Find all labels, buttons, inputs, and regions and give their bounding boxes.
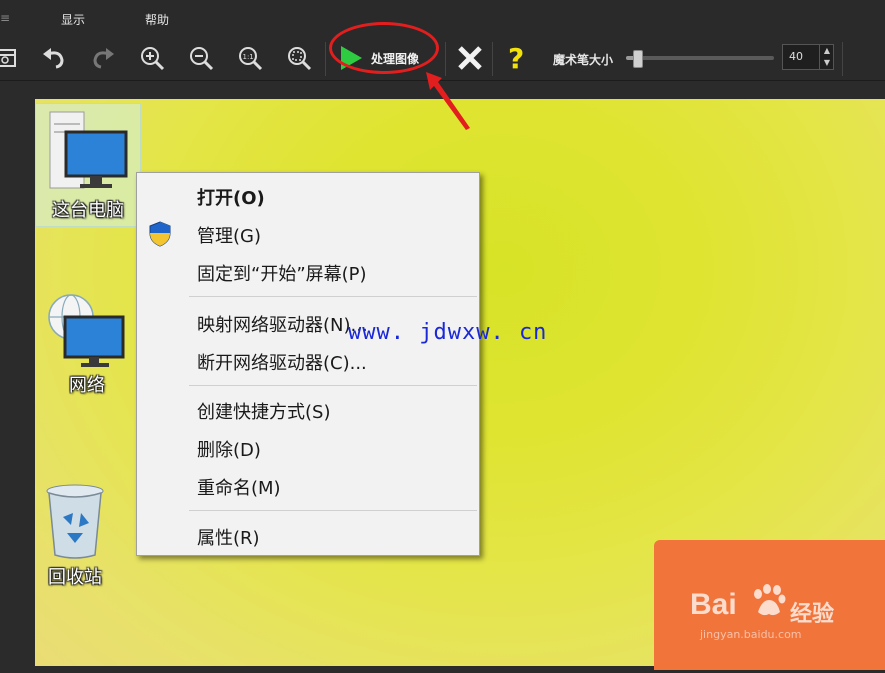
menu-item-properties[interactable]: 属性(R) (197, 524, 260, 550)
menu-item-help[interactable]: 帮助 (145, 11, 169, 28)
menu-divider (189, 385, 477, 386)
baidu-paw-icon (754, 584, 786, 616)
desktop-icon-recycle-bin[interactable]: 回收站 (35, 483, 127, 589)
desktop-icon-this-pc[interactable]: 这台电脑 (35, 103, 141, 227)
menu-item-manage[interactable]: 管理(G) (197, 222, 261, 248)
desktop-icon-label: 这台电脑 (52, 200, 124, 221)
menu-divider (189, 296, 477, 297)
site-watermark: www. jdwxw. cn (348, 320, 548, 345)
brush-size-value: 40 (789, 50, 803, 63)
menu-item-delete[interactable]: 删除(D) (197, 436, 261, 462)
svg-text:1:1: 1:1 (243, 53, 254, 61)
menu-bar: ≡ 显示 帮助 (0, 0, 885, 36)
desktop-icon-network[interactable]: 网络 (35, 293, 139, 397)
menu-item-map-drive[interactable]: 映射网络驱动器(N)... (197, 311, 368, 337)
undo-icon[interactable] (38, 42, 70, 74)
menu-item-view[interactable]: 显示 (61, 11, 85, 28)
baidu-jingyan-text: 经验 (790, 602, 835, 627)
annotation-arrow-icon (426, 72, 470, 130)
zoom-out-icon[interactable] (185, 42, 217, 74)
menu-item-open[interactable]: 打开(O) (197, 184, 265, 210)
recycle-bin-icon (46, 484, 104, 559)
stepper-up-icon[interactable]: ▲ (819, 45, 834, 57)
toolbar-separator (842, 42, 843, 76)
brush-size-slider[interactable] (626, 50, 774, 68)
menu-item-rename[interactable]: 重命名(M) (197, 474, 281, 500)
brush-size-stepper[interactable]: 40 ▲ ▼ (782, 44, 834, 70)
toolbar-separator (325, 42, 326, 76)
actual-size-icon[interactable]: 1:1 (234, 42, 266, 74)
stepper-down-icon[interactable]: ▼ (819, 57, 834, 69)
menu-item-disconnect-drive[interactable]: 断开网络驱动器(C)... (197, 349, 367, 375)
baidu-url-text: jingyan.baidu.com (700, 628, 802, 641)
menu-item-pin-start[interactable]: 固定到“开始”屏幕(P) (197, 260, 367, 286)
brush-size-label: 魔术笔大小 (553, 53, 614, 67)
highlight-circle (329, 22, 439, 74)
toolbar-separator (492, 42, 493, 76)
context-menu: 打开(O) 管理(G) 固定到“开始”屏幕(P) 映射网络驱动器(N)... 断… (136, 172, 480, 556)
menu-item-cut[interactable]: ≡ (0, 11, 10, 25)
help-icon[interactable]: ? (508, 42, 524, 75)
desktop-icon-label: 回收站 (48, 567, 102, 588)
zoom-in-icon[interactable] (136, 42, 168, 74)
open-icon[interactable] (0, 42, 22, 74)
baidu-logo: Bai (690, 588, 737, 621)
network-icon (48, 294, 125, 367)
slider-thumb[interactable] (633, 50, 643, 68)
fit-icon[interactable] (283, 42, 315, 74)
menu-item-create-shortcut[interactable]: 创建快捷方式(S) (197, 398, 330, 424)
computer-icon (49, 111, 128, 189)
redo-icon[interactable] (87, 42, 119, 74)
menu-divider (189, 510, 477, 511)
desktop-icon-label: 网络 (69, 375, 105, 396)
shield-icon (149, 221, 171, 247)
